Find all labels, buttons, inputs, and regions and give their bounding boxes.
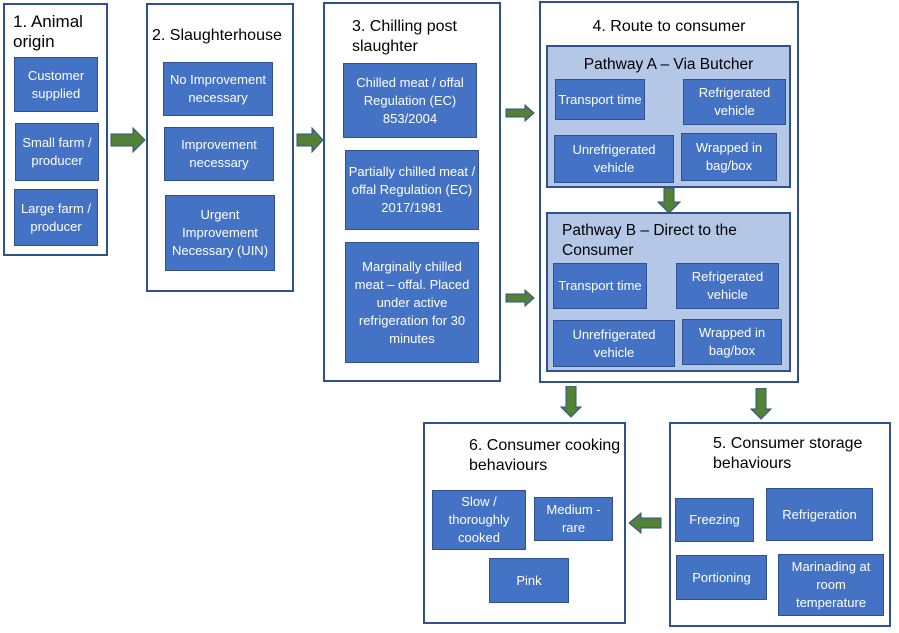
item-medium-rare: Medium - rare (534, 497, 613, 541)
stage-title: 2. Slaughterhouse (152, 27, 282, 44)
item-marinading: Marinading at room temperature (778, 554, 884, 616)
item-chilled: Chilled meat / offal Regulation (EC) 853… (343, 63, 477, 138)
item-improvement: Improvement necessary (164, 127, 274, 181)
stage-animal-origin: 1. Animal origin Customer supplied Small… (3, 3, 108, 256)
stage-title: 3. Chilling post slaughter (352, 18, 457, 55)
stage-route-to-consumer: 4. Route to consumer Pathway A – Via But… (539, 1, 799, 383)
item-refrigeration: Refrigeration (766, 488, 873, 541)
stage-title: 4. Route to consumer (592, 18, 746, 35)
item-wrapped: Wrapped in bag/box (681, 133, 777, 181)
arrow-right-icon (505, 289, 535, 307)
arrow-right-icon (505, 104, 535, 122)
item-pink: Pink (489, 558, 569, 603)
stage-cooking: 6. Consumer cooking behaviours Slow / th… (423, 422, 626, 624)
arrow-down-icon (657, 188, 681, 214)
stage-slaughterhouse: 2. Slaughterhouse No Improvement necessa… (146, 3, 294, 292)
item-partially-chilled: Partially chilled meat / offal Regulatio… (345, 150, 479, 230)
item-transport-time: Transport time (555, 79, 645, 120)
item-slow-cooked: Slow / thoroughly cooked (432, 490, 526, 550)
item-refrigerated-vehicle: Refrigerated vehicle (683, 79, 786, 125)
item-portioning: Portioning (676, 555, 767, 600)
stage-title: 6. Consumer cooking behaviours (469, 437, 621, 474)
item-large-farm: Large farm / producer (14, 189, 98, 246)
item-no-improvement: No Improvement necessary (163, 62, 273, 116)
item-wrapped: Wrapped in bag/box (682, 319, 782, 365)
item-marginally-chilled: Marginally chilled meat – offal. Placed … (345, 242, 479, 363)
item-urgent-improvement: Urgent Improvement Necessary (UIN) (165, 195, 275, 271)
item-unrefrigerated-vehicle: Unrefrigerated vehicle (554, 135, 674, 183)
item-small-farm: Small farm / producer (15, 123, 99, 181)
pathway-title: Pathway A – Via Butcher (583, 56, 754, 73)
arrow-right-icon (110, 127, 146, 153)
arrow-down-icon (750, 388, 772, 420)
arrow-right-icon (296, 127, 324, 153)
item-transport-time: Transport time (553, 263, 647, 309)
pathway-title: Pathway B – Direct to the Consumer (562, 222, 737, 259)
stage-title: 1. Animal origin (13, 12, 83, 51)
pathway-b: Pathway B – Direct to the Consumer Trans… (546, 212, 791, 372)
stage-storage: 5. Consumer storage behaviours Freezing … (669, 422, 891, 627)
item-freezing: Freezing (675, 498, 754, 542)
item-customer-supplied: Customer supplied (14, 57, 98, 112)
pathway-a: Pathway A – Via Butcher Transport time R… (546, 45, 791, 188)
item-refrigerated-vehicle: Refrigerated vehicle (676, 263, 779, 309)
stage-title: 5. Consumer storage behaviours (713, 435, 863, 472)
arrow-down-icon (560, 386, 582, 418)
stage-chilling: 3. Chilling post slaughter Chilled meat … (323, 2, 501, 382)
arrow-left-icon (628, 512, 662, 534)
item-unrefrigerated-vehicle: Unrefrigerated vehicle (553, 320, 675, 367)
